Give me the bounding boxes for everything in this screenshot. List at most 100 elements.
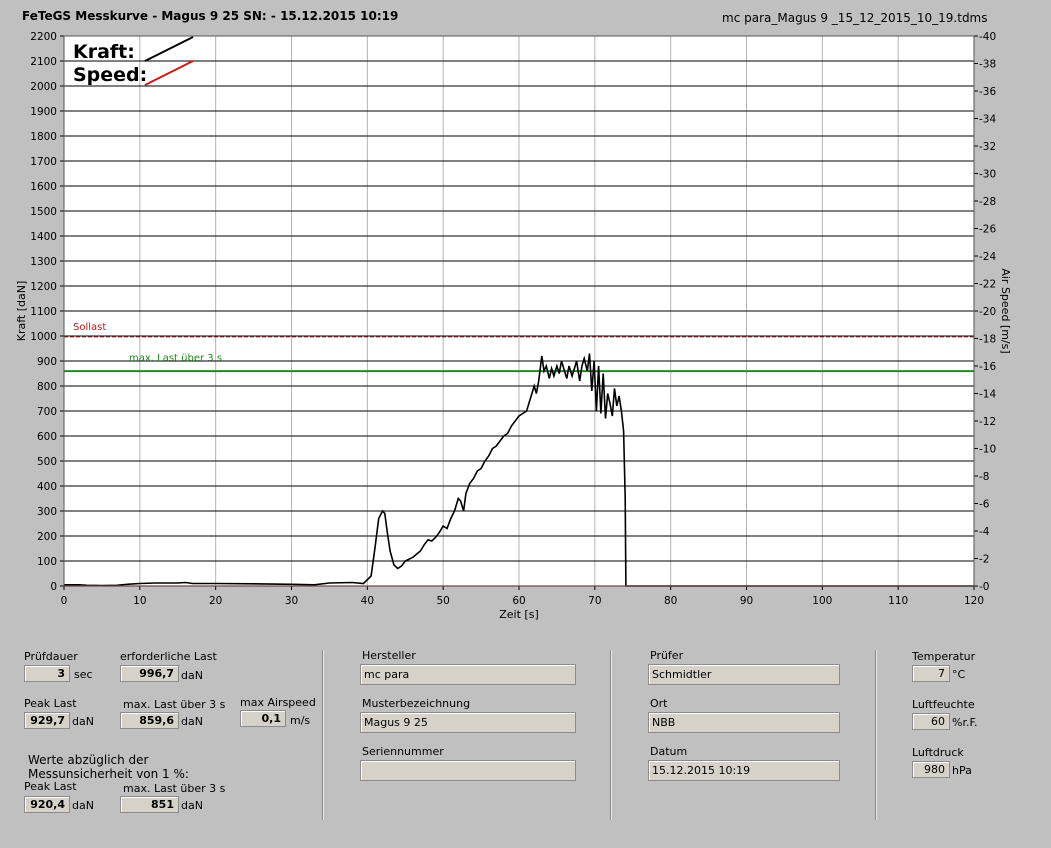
max-last-unit: daN [181, 715, 203, 728]
peak-last-corr-label: Peak Last [24, 780, 77, 793]
y-tick-label: 200 [37, 531, 57, 543]
x-tick-label: 100 [812, 595, 832, 607]
y2-axis-label: Air Speed [m/s] [999, 268, 1012, 353]
musterbezeichnung-field[interactable]: Magus 9 25 [360, 712, 576, 733]
max-airspeed-value: 0,1 [240, 710, 286, 727]
y-tick-label: 900 [37, 356, 57, 368]
y2-tick-label: -2 [979, 554, 989, 566]
max-last-corr-label: max. Last über 3 s [123, 782, 226, 795]
peak-last-unit: daN [72, 715, 94, 728]
ort-field[interactable]: NBB [648, 712, 840, 733]
luftfeuchte-unit: %r.F. [952, 716, 978, 729]
x-tick-label: 70 [588, 595, 601, 607]
y2-axis-ticks: -0 -2 -4 -6 -8 -10 -12 -14 -16 -18 -20 -22 -24 -26 -28… [974, 31, 996, 593]
y2-tick-label: -18 [979, 334, 996, 346]
peak-last-label: Peak Last [24, 697, 77, 710]
max-airspeed-unit: m/s [290, 714, 311, 727]
datum-label: Datum [650, 745, 688, 758]
y2-tick-label: -20 [979, 306, 996, 318]
y-tick-label: 1200 [30, 281, 57, 293]
x-tick-label: 120 [964, 595, 984, 607]
y2-tick-label: -0 [979, 581, 989, 593]
y-tick-label: 1500 [30, 206, 57, 218]
max-last-label: max. Last über 3 s [123, 698, 226, 711]
y2-tick-label: -32 [979, 141, 996, 153]
max-last-corr-unit: daN [181, 799, 203, 812]
y-tick-label: 2100 [30, 56, 57, 68]
legend-kraft-label: Kraft: [73, 41, 135, 63]
y2-tick-label: -34 [979, 114, 996, 126]
y2-tick-label: -26 [979, 224, 996, 236]
y-tick-label: 1100 [30, 306, 57, 318]
x-axis-label: Zeit [s] [499, 608, 538, 621]
y2-tick-label: -24 [979, 251, 996, 263]
y-axis-ticks: 0 100 200 300 400 500 600 700 800 900 1000 1100 1200… [30, 31, 64, 593]
y-tick-label: 400 [37, 481, 57, 493]
y-tick-label: 2000 [30, 81, 57, 93]
separator-1 [322, 650, 324, 820]
y2-tick-label: -22 [979, 279, 996, 291]
pruefer-label: Prüfer [650, 649, 684, 662]
y-tick-label: 2200 [30, 31, 57, 43]
seriennummer-field[interactable] [360, 760, 576, 781]
y-tick-label: 600 [37, 431, 57, 443]
luftfeuchte-value: 60 [912, 713, 950, 730]
ort-label: Ort [650, 697, 668, 710]
hersteller-label: Hersteller [362, 649, 416, 662]
luftdruck-unit: hPa [952, 764, 972, 777]
x-tick-label: 0 [61, 595, 68, 607]
y-tick-label: 500 [37, 456, 57, 468]
x-tick-label: 110 [888, 595, 908, 607]
musterbezeichnung-label: Musterbezeichnung [362, 697, 471, 710]
x-tick-label: 40 [361, 595, 374, 607]
temperatur-unit: °C [952, 668, 966, 681]
y2-tick-label: -8 [979, 471, 989, 483]
y-tick-label: 1400 [30, 231, 57, 243]
y-tick-label: 1900 [30, 106, 57, 118]
erforderliche-last-label: erforderliche Last [120, 650, 217, 663]
x-tick-label: 90 [740, 595, 753, 607]
temperatur-value: 7 [912, 665, 950, 682]
y-tick-label: 300 [37, 506, 57, 518]
y-tick-label: 1000 [30, 331, 57, 343]
erforderliche-last-value: 996,7 [120, 665, 179, 682]
sollast-label: Sollast [73, 322, 106, 333]
hersteller-field[interactable]: mc para [360, 664, 576, 685]
datum-field[interactable]: 15.12.2015 10:19 [648, 760, 840, 781]
force-curve-chart: Sollast max. Last über 3 s 0 100 200 300 400 5… [15, 31, 1012, 621]
y2-tick-label: -6 [979, 499, 990, 511]
x-axis-ticks: 0 10 20 30 40 50 60 70 80 90 100 110 120 [61, 586, 984, 607]
x-tick-label: 30 [285, 595, 298, 607]
y-tick-label: 1800 [30, 131, 57, 143]
y-axis-label: Kraft [daN] [15, 281, 28, 342]
y2-tick-label: -12 [979, 416, 996, 428]
pruefdauer-unit: sec [74, 668, 93, 681]
y-tick-label: 1600 [30, 181, 57, 193]
y2-tick-label: -14 [979, 389, 996, 401]
y-tick-label: 800 [37, 381, 57, 393]
max-airspeed-label: max Airspeed [240, 696, 316, 709]
y2-tick-label: -36 [979, 86, 996, 98]
werte-text-2: Messunsicherheit von 1 %: [28, 767, 189, 781]
y2-tick-label: -28 [979, 196, 996, 208]
separator-2 [610, 650, 612, 820]
y2-tick-label: -16 [979, 361, 996, 373]
legend-speed-label: Speed: [73, 64, 147, 86]
peak-last-corr-value: 920,4 [24, 796, 70, 813]
pruefer-field[interactable]: Schmidtler [648, 664, 840, 685]
y2-tick-label: -4 [979, 526, 990, 538]
separator-3 [875, 650, 877, 820]
max-last-value: 859,6 [120, 712, 179, 729]
werte-text-1: Werte abzüglich der [28, 753, 149, 767]
x-tick-label: 80 [664, 595, 677, 607]
temperatur-label: Temperatur [912, 650, 976, 663]
seriennummer-label: Seriennummer [362, 745, 444, 758]
max-last-line-label: max. Last über 3 s [129, 353, 222, 364]
x-tick-label: 20 [209, 595, 222, 607]
y2-tick-label: -10 [979, 444, 996, 456]
max-last-corr-value: 851 [120, 796, 179, 813]
y2-tick-label: -30 [979, 169, 996, 181]
y2-tick-label: -40 [979, 31, 996, 43]
y-tick-label: 1700 [30, 156, 57, 168]
erforderliche-last-unit: daN [181, 669, 203, 682]
